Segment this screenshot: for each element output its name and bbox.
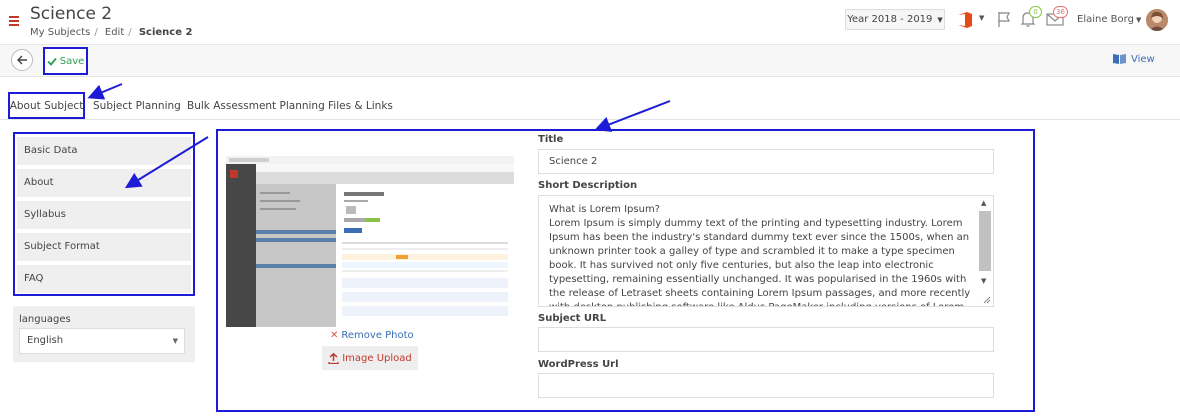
view-button-label: View xyxy=(1131,53,1155,65)
title-input[interactable]: Science 2 xyxy=(538,149,994,174)
sidebar-item-basic-data[interactable]: Basic Data xyxy=(17,137,191,165)
annotation-arrow xyxy=(87,83,123,100)
upload-icon xyxy=(328,352,339,364)
chevron-down-icon[interactable]: ▼ xyxy=(1136,16,1141,24)
short-description-label: Short Description xyxy=(538,180,638,191)
breadcrumb-my-subjects[interactable]: My Subjects xyxy=(30,27,90,38)
subject-photo xyxy=(226,156,514,327)
back-button[interactable] xyxy=(11,49,33,71)
chevron-up-icon[interactable]: ▲ xyxy=(981,199,986,207)
office-icon[interactable] xyxy=(957,11,973,29)
sidebar-item-syllabus[interactable]: Syllabus xyxy=(17,201,191,229)
tab-files-links[interactable]: Files & Links xyxy=(328,100,393,112)
language-select-value: English xyxy=(27,335,64,346)
close-icon: ✕ xyxy=(330,330,339,341)
textarea-scrollbar[interactable]: ▲ ▼ xyxy=(979,199,991,291)
sidebar-item-about[interactable]: About xyxy=(17,169,191,197)
avatar[interactable] xyxy=(1146,9,1168,31)
wordpress-url-label: WordPress Url xyxy=(538,359,619,370)
breadcrumb-edit[interactable]: Edit xyxy=(105,27,124,38)
subject-url-input[interactable] xyxy=(538,327,994,352)
hamburger-menu-icon[interactable] xyxy=(9,16,19,26)
tab-subject-planning[interactable]: Subject Planning xyxy=(93,100,181,112)
save-button[interactable]: Save xyxy=(43,47,88,75)
breadcrumb-current: Science 2 xyxy=(138,27,193,38)
chevron-down-icon: ▼ xyxy=(937,15,943,24)
chevron-down-icon: ▼ xyxy=(172,337,178,345)
toolbar xyxy=(0,44,1180,77)
chevron-down-icon[interactable]: ▼ xyxy=(981,277,986,285)
book-icon xyxy=(1113,54,1126,64)
remove-photo-label: Remove Photo xyxy=(341,330,414,341)
resize-handle-icon[interactable] xyxy=(983,296,991,304)
languages-label: languages xyxy=(19,314,71,325)
sidebar-item-subject-format[interactable]: Subject Format xyxy=(17,233,191,261)
page-title: Science 2 xyxy=(30,4,113,24)
subject-url-label: Subject URL xyxy=(538,313,607,324)
tab-about-subject[interactable]: About Subject xyxy=(8,92,85,119)
messages-badge: 36 xyxy=(1053,6,1068,18)
view-button[interactable]: View xyxy=(1112,53,1155,65)
scrollbar-thumb[interactable] xyxy=(979,211,991,271)
sidebar-item-faq[interactable]: FAQ xyxy=(17,265,191,293)
breadcrumb: My Subjects / Edit / Science 2 xyxy=(30,27,193,38)
year-selector-label: Year 2018 - 2019 xyxy=(847,14,933,25)
check-icon xyxy=(47,57,57,66)
user-name[interactable]: Elaine Borg xyxy=(1077,14,1134,25)
year-selector[interactable]: Year 2018 - 2019 ▼ xyxy=(845,9,945,30)
notifications-badge: 0 xyxy=(1029,6,1042,18)
short-description-text: What is Lorem Ipsum? Lorem Ipsum is simp… xyxy=(549,204,971,306)
image-upload-button[interactable]: Image Upload xyxy=(322,346,418,370)
tab-bulk-assessment-planning[interactable]: Bulk Assessment Planning xyxy=(187,100,325,112)
arrow-left-icon xyxy=(16,55,27,65)
flag-icon[interactable] xyxy=(996,10,1012,28)
annotation-arrow xyxy=(594,100,671,132)
remove-photo-link[interactable]: ✕ Remove Photo xyxy=(330,330,414,341)
wordpress-url-input[interactable] xyxy=(538,373,994,398)
save-button-label: Save xyxy=(59,55,85,67)
language-select[interactable]: English ▼ xyxy=(19,328,185,354)
tab-divider xyxy=(0,119,1180,120)
sidebar: Basic Data About Syllabus Subject Format… xyxy=(13,132,195,296)
image-upload-label: Image Upload xyxy=(342,352,412,364)
title-label: Title xyxy=(538,134,564,145)
short-description-textarea[interactable]: What is Lorem Ipsum? Lorem Ipsum is simp… xyxy=(538,195,994,307)
chevron-down-icon[interactable]: ▼ xyxy=(979,14,984,22)
